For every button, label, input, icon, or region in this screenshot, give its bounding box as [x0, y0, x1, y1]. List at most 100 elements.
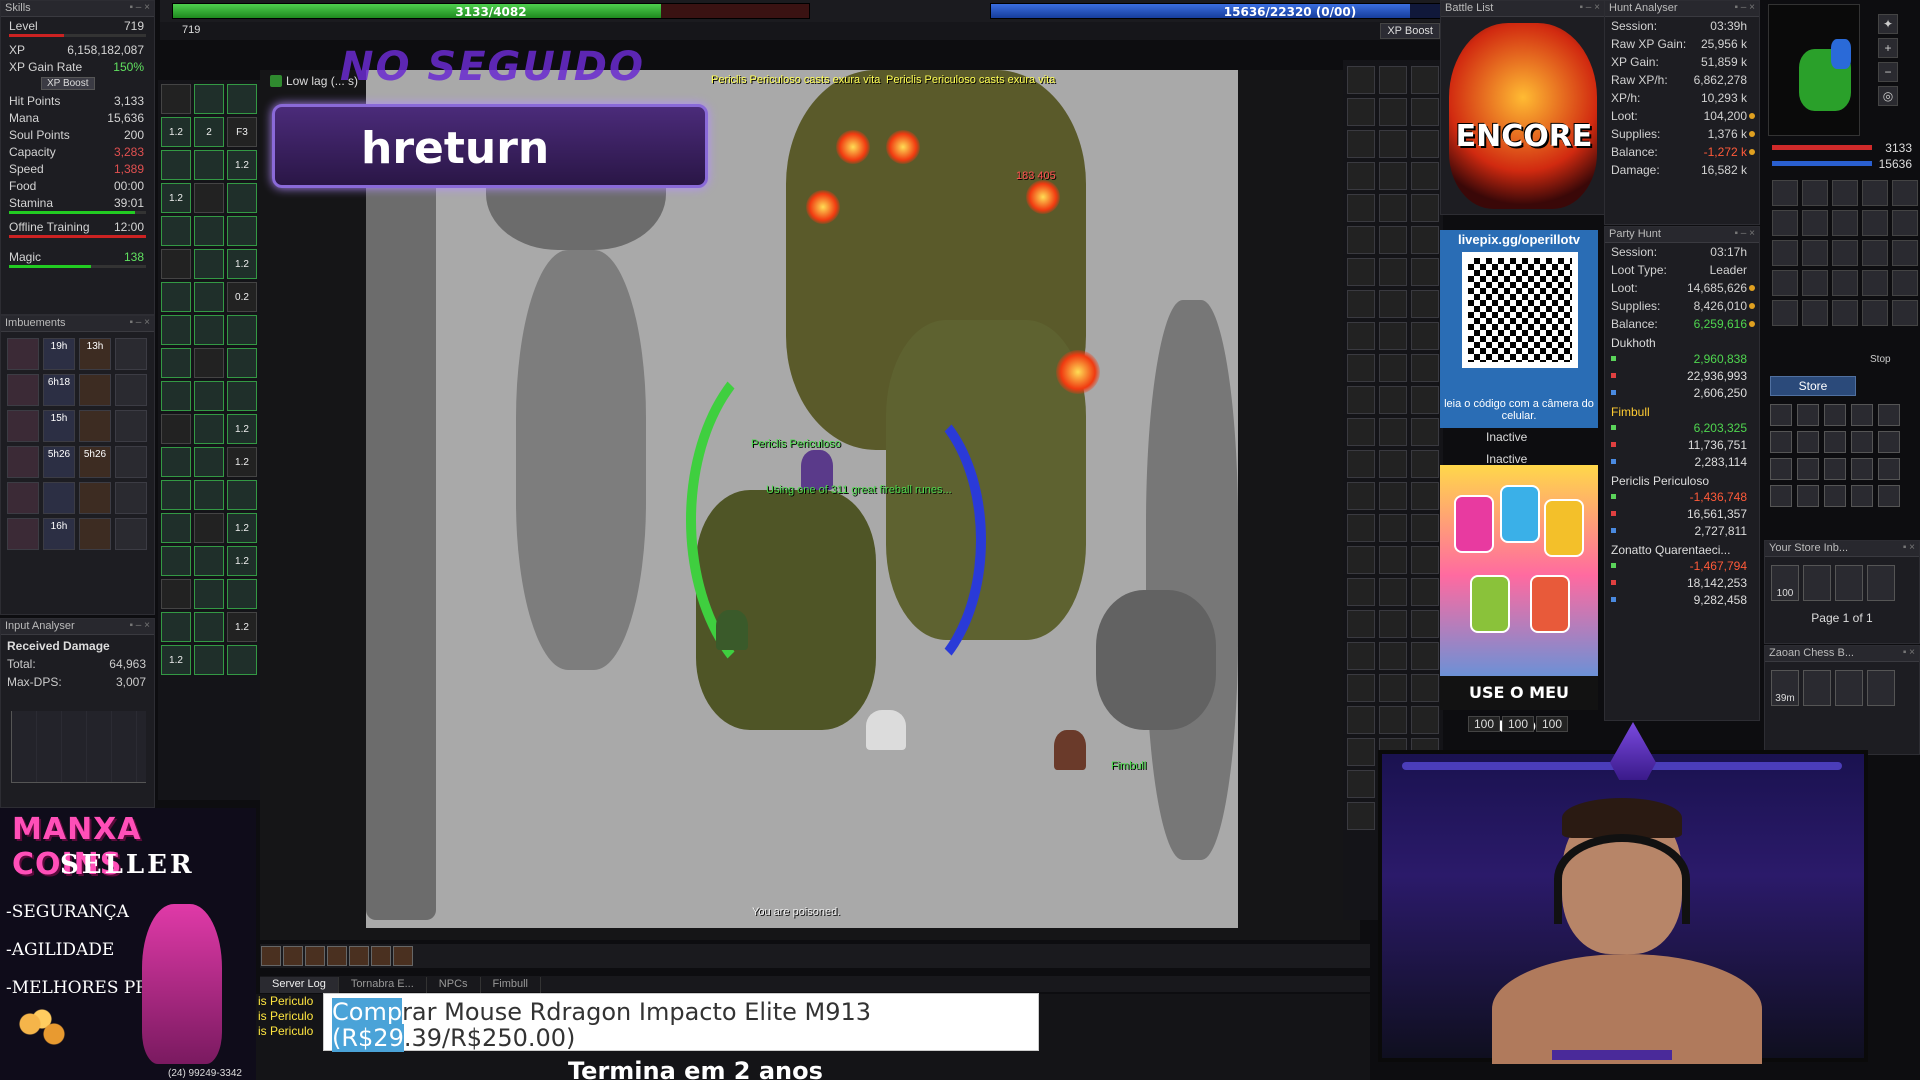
imbuement-slot[interactable] [79, 410, 111, 442]
action-slot[interactable] [161, 579, 191, 609]
equipment-slot[interactable] [1379, 482, 1407, 510]
equipment-slot[interactable] [1379, 290, 1407, 318]
equipment-slot[interactable] [1347, 674, 1375, 702]
equipment-slot[interactable] [1347, 290, 1375, 318]
equipment-slot[interactable] [1347, 258, 1375, 286]
equipment-slot[interactable] [1347, 354, 1375, 382]
action-slot[interactable] [161, 216, 191, 246]
condition-icon[interactable] [1772, 180, 1798, 206]
imbuement-slot[interactable]: 5h26 [79, 446, 111, 478]
action-slot[interactable]: 1.2 [227, 447, 257, 477]
control-button[interactable] [1797, 431, 1819, 453]
panel-controls[interactable]: ▪ – × [129, 620, 150, 631]
equipment-slot[interactable] [1347, 226, 1375, 254]
condition-icon[interactable] [1802, 210, 1828, 236]
imbuement-slot[interactable]: 19h [43, 338, 75, 370]
control-button[interactable] [1770, 458, 1792, 480]
equipment-slot[interactable] [1411, 322, 1439, 350]
action-slot[interactable] [194, 645, 224, 675]
equipment-slot[interactable] [1347, 450, 1375, 478]
action-slot[interactable]: 1.2 [227, 513, 257, 543]
equipment-slot[interactable] [1411, 290, 1439, 318]
action-slot[interactable] [227, 315, 257, 345]
party-member[interactable] [1054, 730, 1086, 770]
equipment-slot[interactable] [1347, 642, 1375, 670]
equipment-slot[interactable] [1411, 66, 1439, 94]
equipment-slot[interactable] [1379, 66, 1407, 94]
equipment-slot[interactable] [1347, 386, 1375, 414]
container-item[interactable] [1835, 670, 1863, 706]
control-button[interactable] [1770, 404, 1792, 426]
tab-npcs[interactable]: NPCs [427, 977, 481, 993]
equipment-slot[interactable] [1411, 610, 1439, 638]
imbuement-slot[interactable] [115, 446, 147, 478]
equipment-slot[interactable] [1379, 322, 1407, 350]
panel-controls[interactable]: ▪ – × [1579, 2, 1600, 13]
action-slot[interactable] [194, 579, 224, 609]
control-button[interactable] [1851, 458, 1873, 480]
chat-icon[interactable] [283, 946, 303, 966]
action-slot[interactable] [227, 183, 257, 213]
equipment-slot[interactable] [1347, 802, 1375, 830]
tab-fimbull[interactable]: Fimbull [481, 977, 541, 993]
equipment-slot[interactable] [1411, 98, 1439, 126]
imbuement-slot[interactable]: 13h [79, 338, 111, 370]
action-slot[interactable] [227, 381, 257, 411]
equipment-slot[interactable] [1379, 546, 1407, 574]
container-item[interactable] [1803, 670, 1831, 706]
equipment-slot[interactable] [1411, 258, 1439, 286]
compass-icon[interactable]: ✦ [1878, 14, 1898, 34]
imbuement-slot[interactable] [79, 482, 111, 514]
equipment-slot[interactable] [1347, 322, 1375, 350]
action-slot[interactable] [194, 612, 224, 642]
equipment-slot[interactable] [1379, 258, 1407, 286]
condition-icon[interactable] [1862, 240, 1888, 266]
equipment-slot[interactable] [1379, 194, 1407, 222]
control-button[interactable] [1797, 458, 1819, 480]
imbuement-slot[interactable] [115, 374, 147, 406]
control-button[interactable] [1851, 485, 1873, 507]
condition-icon[interactable] [1772, 240, 1798, 266]
action-slot[interactable] [161, 612, 191, 642]
condition-icon[interactable] [1832, 240, 1858, 266]
condition-icon[interactable] [1832, 270, 1858, 296]
equipment-slot[interactable] [1347, 738, 1375, 766]
equipment-slot[interactable] [1379, 98, 1407, 126]
equipment-slot[interactable] [1347, 98, 1375, 126]
equipment-slot[interactable] [1379, 354, 1407, 382]
equipment-slot[interactable] [1347, 546, 1375, 574]
chat-icon[interactable] [305, 946, 325, 966]
equipment-slot[interactable] [1411, 450, 1439, 478]
equipment-slot[interactable] [1379, 162, 1407, 190]
panel-controls[interactable]: ▪ × [1903, 542, 1915, 553]
action-slot[interactable] [194, 414, 224, 444]
game-window[interactable]: Periclis Periculoso casts exura vita Per… [260, 70, 1360, 940]
action-slot[interactable] [161, 447, 191, 477]
action-slot[interactable] [227, 84, 257, 114]
equipment-slot[interactable] [1379, 130, 1407, 158]
center-icon[interactable]: ◎ [1878, 86, 1898, 106]
equipment-slot[interactable] [1411, 226, 1439, 254]
chat-icon[interactable] [393, 946, 413, 966]
equipment-slot[interactable] [1347, 610, 1375, 638]
panel-controls[interactable]: ▪ – × [129, 317, 150, 328]
equipment-slot[interactable] [1347, 770, 1375, 798]
stop-button[interactable]: Stop [1870, 354, 1891, 365]
equipment-slot[interactable] [1347, 130, 1375, 158]
equipment-slot[interactable] [1411, 194, 1439, 222]
equipment-slot[interactable] [1347, 66, 1375, 94]
equipment-slot[interactable] [1411, 418, 1439, 446]
action-slot[interactable] [227, 348, 257, 378]
action-slot[interactable]: 0.2 [227, 282, 257, 312]
imbuement-slot[interactable] [115, 482, 147, 514]
action-slot[interactable]: 1.2 [227, 414, 257, 444]
imbuement-slot[interactable]: 15h [43, 410, 75, 442]
equipment-slot[interactable] [1379, 514, 1407, 542]
container-item[interactable] [1867, 670, 1895, 706]
action-slot[interactable] [194, 348, 224, 378]
panel-controls[interactable]: ▪ – × [1734, 2, 1755, 13]
control-button[interactable] [1878, 404, 1900, 426]
equipment-slot[interactable] [1347, 162, 1375, 190]
condition-icon[interactable] [1892, 180, 1918, 206]
equipment-slot[interactable] [1411, 642, 1439, 670]
